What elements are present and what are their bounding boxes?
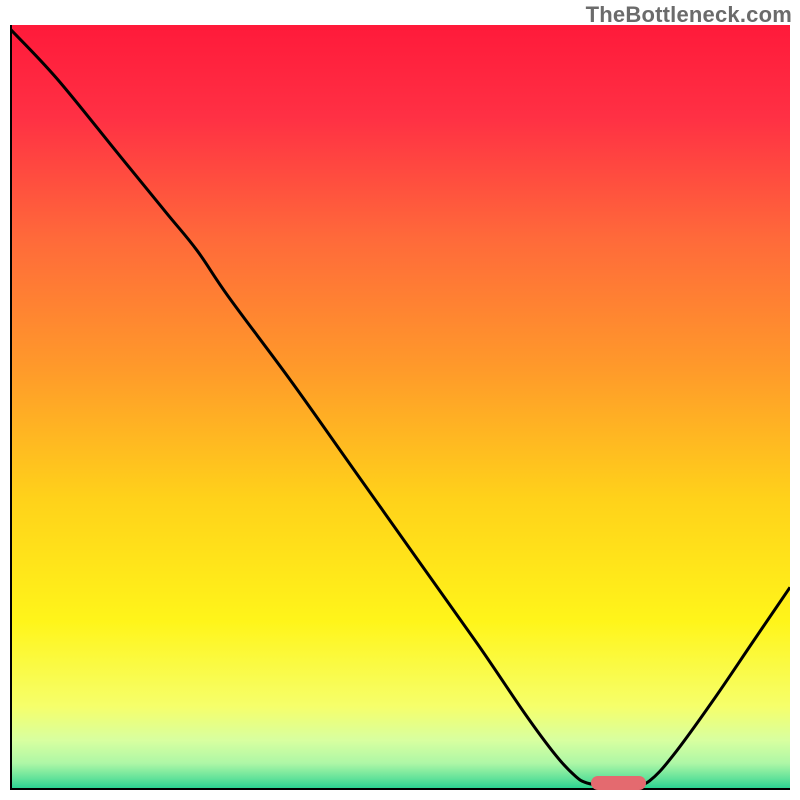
plot-area <box>10 25 790 790</box>
plot-svg <box>10 25 790 790</box>
chart-stage: TheBottleneck.com <box>0 0 800 800</box>
gradient-background <box>10 25 790 790</box>
